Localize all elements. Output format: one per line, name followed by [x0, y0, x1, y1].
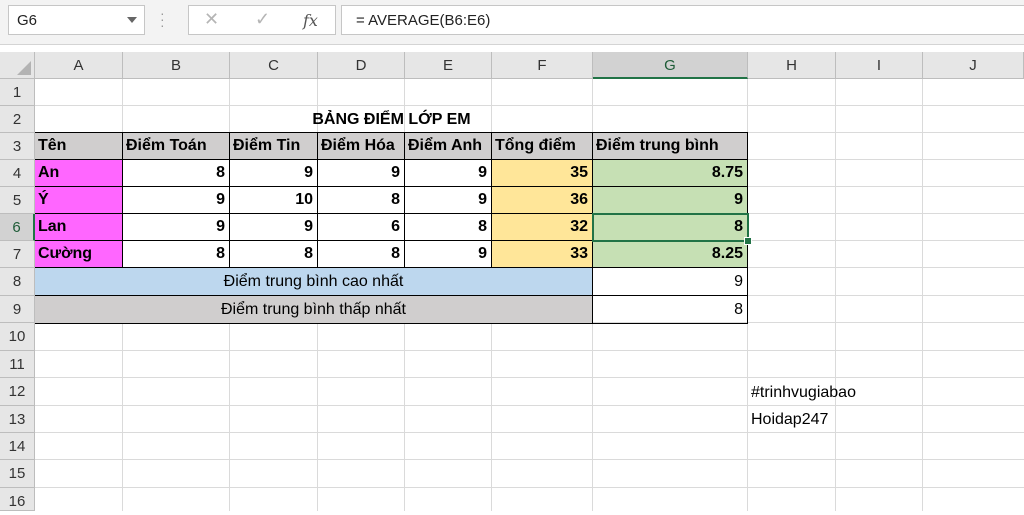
- enter-icon[interactable]: ✓: [255, 9, 270, 30]
- formula-input[interactable]: = AVERAGE(B6:E6): [341, 5, 1024, 35]
- score-tong[interactable]: 33: [492, 241, 593, 268]
- student-name[interactable]: Ý: [35, 187, 123, 214]
- min-average-value[interactable]: 8: [593, 296, 748, 324]
- sheet-title[interactable]: BẢNG ĐIỂM LỚP EM: [35, 106, 748, 133]
- row-header-7[interactable]: 7: [0, 241, 35, 268]
- name-box[interactable]: G6: [8, 5, 145, 35]
- formula-text: = AVERAGE(B6:E6): [356, 12, 491, 29]
- row-header-13[interactable]: 13: [0, 406, 35, 433]
- score-trung-binh[interactable]: 8.25: [593, 241, 748, 268]
- column-header-f[interactable]: F: [492, 52, 593, 79]
- score-toan[interactable]: 9: [123, 214, 230, 241]
- score-hoa[interactable]: 8: [318, 187, 405, 214]
- note-site[interactable]: Hoidap247: [748, 406, 923, 433]
- cancel-icon[interactable]: ✕: [204, 9, 219, 30]
- row-header-5[interactable]: 5: [0, 187, 35, 214]
- fill-handle[interactable]: [744, 237, 752, 245]
- score-anh[interactable]: 8: [405, 214, 492, 241]
- row-header-16[interactable]: 16: [0, 488, 35, 511]
- row-header-14[interactable]: 14: [0, 433, 35, 460]
- select-all-button[interactable]: [0, 52, 35, 79]
- row-header-4[interactable]: 4: [0, 160, 35, 187]
- row-header-2[interactable]: 2: [0, 106, 35, 133]
- score-tong[interactable]: 36: [492, 187, 593, 214]
- row-header-10[interactable]: 10: [0, 323, 35, 351]
- row-header-9[interactable]: 9: [0, 296, 35, 323]
- select-all-triangle-icon: [17, 61, 31, 75]
- header-diem-toan[interactable]: Điểm Toán: [123, 133, 230, 160]
- score-anh[interactable]: 9: [405, 160, 492, 187]
- score-anh[interactable]: 9: [405, 187, 492, 214]
- header-diem-tin[interactable]: Điểm Tin: [230, 133, 318, 160]
- max-average-value[interactable]: 9: [593, 268, 748, 296]
- score-toan[interactable]: 8: [123, 160, 230, 187]
- column-header-c[interactable]: C: [230, 52, 318, 79]
- row-header-12[interactable]: 12: [0, 378, 35, 406]
- header-diem-hoa[interactable]: Điểm Hóa: [318, 133, 405, 160]
- score-tin[interactable]: 9: [230, 160, 318, 187]
- row-header-8[interactable]: 8: [0, 268, 35, 296]
- insert-function-icon[interactable]: fx: [303, 11, 318, 30]
- column-header-h[interactable]: H: [748, 52, 836, 79]
- column-header-a[interactable]: A: [35, 52, 123, 79]
- row-header-15[interactable]: 15: [0, 460, 35, 488]
- note-hashtag[interactable]: #trinhvugiabao: [748, 378, 923, 406]
- column-header-d[interactable]: D: [318, 52, 405, 79]
- row-header-11[interactable]: 11: [0, 351, 35, 378]
- score-tin[interactable]: 9: [230, 214, 318, 241]
- header-tong-diem[interactable]: Tổng điểm: [492, 133, 593, 160]
- student-name[interactable]: Cường: [35, 241, 123, 268]
- header-ten[interactable]: Tên: [35, 133, 123, 160]
- student-name[interactable]: An: [35, 160, 123, 187]
- score-toan[interactable]: 9: [123, 187, 230, 214]
- header-diem-trung-binh[interactable]: Điểm trung bình: [593, 133, 748, 160]
- score-trung-binh-active[interactable]: 8: [593, 214, 748, 241]
- score-tong[interactable]: 32: [492, 214, 593, 241]
- score-hoa[interactable]: 6: [318, 214, 405, 241]
- student-name[interactable]: Lan: [35, 214, 123, 241]
- score-tin[interactable]: 10: [230, 187, 318, 214]
- formula-buttons: ✕ ✓ fx: [188, 5, 336, 35]
- score-tong[interactable]: 35: [492, 160, 593, 187]
- chevron-down-icon[interactable]: [127, 17, 137, 23]
- score-hoa[interactable]: 9: [318, 160, 405, 187]
- score-trung-binh[interactable]: 8.75: [593, 160, 748, 187]
- score-trung-binh[interactable]: 9: [593, 187, 748, 214]
- header-diem-anh[interactable]: Điểm Anh: [405, 133, 492, 160]
- column-header-g[interactable]: G: [593, 52, 748, 79]
- score-anh[interactable]: 9: [405, 241, 492, 268]
- column-header-j[interactable]: J: [923, 52, 1024, 79]
- max-average-label[interactable]: Điểm trung bình cao nhất: [35, 268, 593, 296]
- formula-bar-area: G6 · · · ✕ ✓ fx = AVERAGE(B6:E6): [0, 0, 1024, 45]
- score-tin[interactable]: 8: [230, 241, 318, 268]
- row-header-1[interactable]: 1: [0, 79, 35, 106]
- score-toan[interactable]: 8: [123, 241, 230, 268]
- name-box-value: G6: [17, 12, 38, 29]
- column-header-i[interactable]: I: [836, 52, 923, 79]
- row-header-3[interactable]: 3: [0, 133, 35, 160]
- min-average-label[interactable]: Điểm trung bình thấp nhất: [35, 296, 593, 324]
- row-header-6[interactable]: 6: [0, 214, 35, 241]
- column-header-e[interactable]: E: [405, 52, 492, 79]
- score-hoa[interactable]: 8: [318, 241, 405, 268]
- column-header-b[interactable]: B: [123, 52, 230, 79]
- grip-dots-icon: · · ·: [160, 5, 165, 33]
